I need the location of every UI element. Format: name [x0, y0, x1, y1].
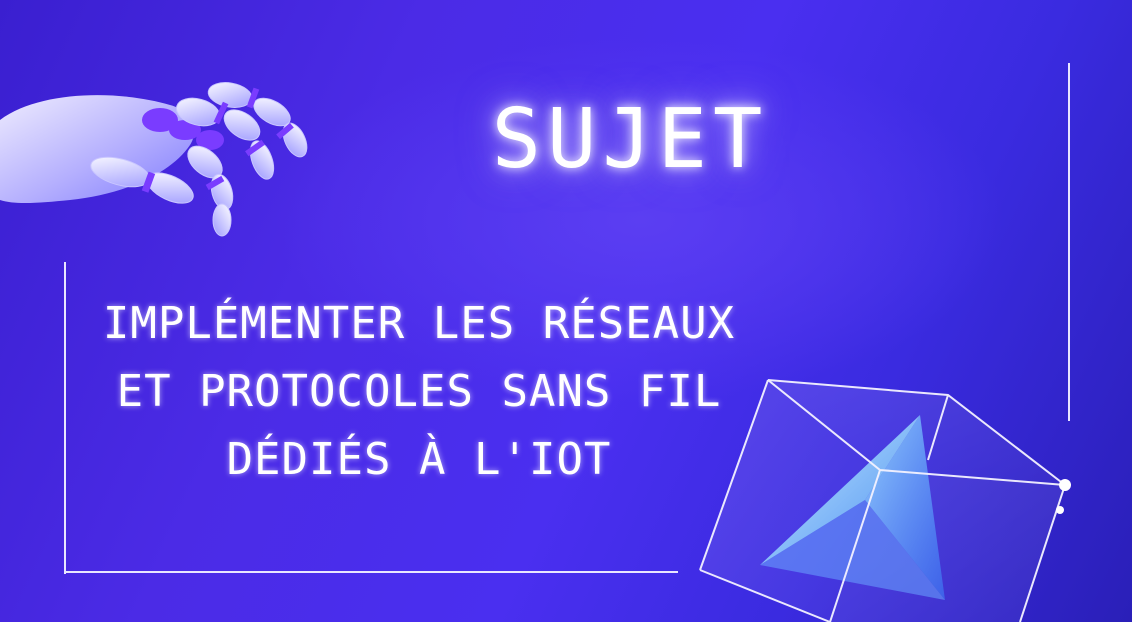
page-title: SUJET [491, 92, 769, 187]
robot-hand-icon [0, 82, 308, 237]
frame-bottom-line [64, 571, 678, 573]
glass-cube-icon [699, 379, 1071, 622]
subject-line-2: ET PROTOCOLES SANS FIL [116, 366, 722, 417]
subject-text: IMPLÉMENTER LES RÉSEAUX ET PROTOCOLES SA… [64, 290, 774, 494]
subject-line-1: IMPLÉMENTER LES RÉSEAUX [102, 298, 736, 349]
slide: SUJET IMPLÉMENTER LES RÉSEAUX ET PROTOCO… [0, 0, 1132, 622]
subject-line-3: DÉDIÉS À L'IOT [226, 434, 612, 485]
